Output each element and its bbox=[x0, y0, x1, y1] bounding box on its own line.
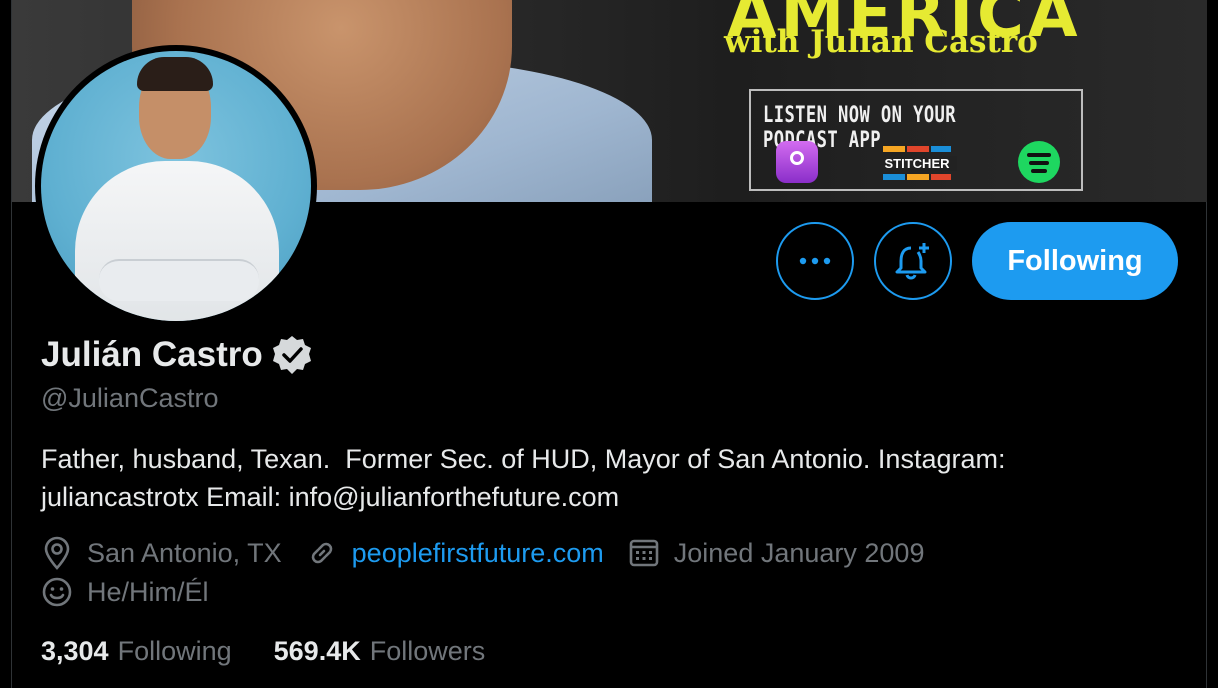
calendar-icon bbox=[629, 539, 659, 567]
profile-name-row: Julián Castro bbox=[41, 334, 313, 376]
smiley-icon bbox=[42, 577, 72, 607]
profile-stats: 3,304 Following 569.4K Followers bbox=[41, 636, 485, 667]
avatar-hair bbox=[137, 57, 213, 91]
website-item[interactable]: peoplefirstfuture.com bbox=[306, 537, 604, 569]
profile-pronouns-row: He/Him/Él bbox=[41, 576, 233, 608]
apple-podcasts-icon bbox=[776, 141, 818, 183]
bio-line-2: juliancastrotx Email: info@julianforthef… bbox=[41, 482, 620, 512]
verified-badge-icon bbox=[272, 336, 311, 374]
profile-bio: Father, husband, Texan. Former Sec. of H… bbox=[41, 440, 1181, 516]
profile-meta-row: San Antonio, TX peoplefirstfuture.com Jo… bbox=[41, 536, 948, 570]
location-text: San Antonio, TX bbox=[87, 537, 282, 568]
following-label: Following bbox=[117, 636, 232, 666]
website-link[interactable]: peoplefirstfuture.com bbox=[352, 538, 604, 569]
notifications-button[interactable] bbox=[874, 222, 952, 300]
following-stat[interactable]: 3,304 Following bbox=[41, 636, 232, 667]
bell-plus-icon bbox=[895, 243, 929, 280]
joined-item: Joined January 2009 bbox=[628, 537, 925, 569]
more-options-button[interactable] bbox=[776, 222, 854, 300]
followers-stat[interactable]: 569.4K Followers bbox=[274, 636, 486, 667]
more-dots-icon bbox=[799, 257, 831, 265]
location-item: San Antonio, TX bbox=[41, 536, 282, 570]
banner-subtitle: with Julián Castro bbox=[724, 24, 1038, 60]
stitcher-label: STITCHER bbox=[877, 156, 957, 171]
location-pin-icon bbox=[44, 536, 70, 570]
profile-name: Julián Castro bbox=[41, 335, 263, 374]
followers-label: Followers bbox=[369, 636, 486, 666]
joined-text: Joined January 2009 bbox=[673, 537, 925, 568]
avatar-photo bbox=[41, 51, 311, 321]
profile-handle: @JulianCastro bbox=[41, 383, 219, 413]
spotify-icon bbox=[1018, 141, 1060, 183]
pronouns-text: He/Him/Él bbox=[87, 576, 209, 607]
followers-count: 569.4K bbox=[273, 636, 361, 666]
avatar-arms bbox=[99, 259, 259, 301]
podcast-box: LISTEN NOW ON YOUR PODCAST APP STITCHER bbox=[749, 89, 1083, 191]
following-button[interactable]: Following bbox=[972, 222, 1178, 300]
link-icon bbox=[311, 542, 332, 564]
following-count: 3,304 bbox=[41, 636, 109, 666]
bio-line-1: Father, husband, Texan. Former Sec. of H… bbox=[41, 444, 1006, 474]
pronouns-item: He/Him/Él bbox=[41, 576, 209, 608]
avatar[interactable] bbox=[35, 45, 317, 327]
stitcher-icon: STITCHER bbox=[877, 146, 957, 180]
